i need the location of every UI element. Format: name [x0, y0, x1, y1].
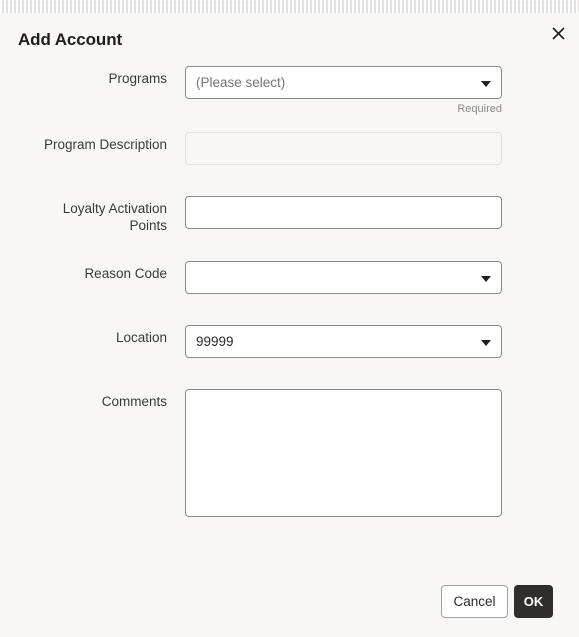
chevron-down-icon: [481, 275, 491, 282]
dialog-header: Add Account: [0, 13, 579, 61]
page-title: Add Account: [18, 30, 123, 49]
location-select-value: 99999: [196, 334, 234, 349]
location-select[interactable]: 99999: [185, 325, 502, 358]
programs-select-value: (Please select): [196, 75, 286, 90]
program-description-input: [185, 132, 502, 165]
reason-code-select[interactable]: [185, 261, 502, 294]
dialog-footer: Cancel OK: [0, 572, 579, 637]
programs-select[interactable]: (Please select): [185, 66, 502, 99]
label-loyalty-line-2: Points: [129, 218, 167, 233]
comments-textarea[interactable]: [185, 389, 502, 517]
close-icon: [551, 26, 565, 40]
add-account-dialog: Add Account Programs (Please select) Req…: [0, 13, 579, 637]
label-program-description: Program Description: [43, 137, 167, 152]
close-button[interactable]: [546, 21, 570, 45]
label-loyalty-line-1: Loyalty Activation: [62, 201, 167, 216]
ok-button[interactable]: OK: [514, 585, 553, 618]
label-loyalty-activation-points: Loyalty Activation Points: [10, 200, 167, 234]
reason-code-select-value: [196, 262, 473, 293]
label-comments: Comments: [101, 394, 167, 409]
label-reason-code: Reason Code: [84, 266, 167, 281]
window-top-texture: [0, 0, 579, 13]
programs-required-text: Required: [457, 103, 502, 115]
chevron-down-icon: [481, 80, 491, 87]
chevron-down-icon: [481, 339, 491, 346]
label-programs: Programs: [108, 71, 167, 86]
cancel-button[interactable]: Cancel: [441, 585, 508, 618]
loyalty-activation-points-input[interactable]: [185, 196, 502, 229]
label-location: Location: [115, 330, 167, 345]
